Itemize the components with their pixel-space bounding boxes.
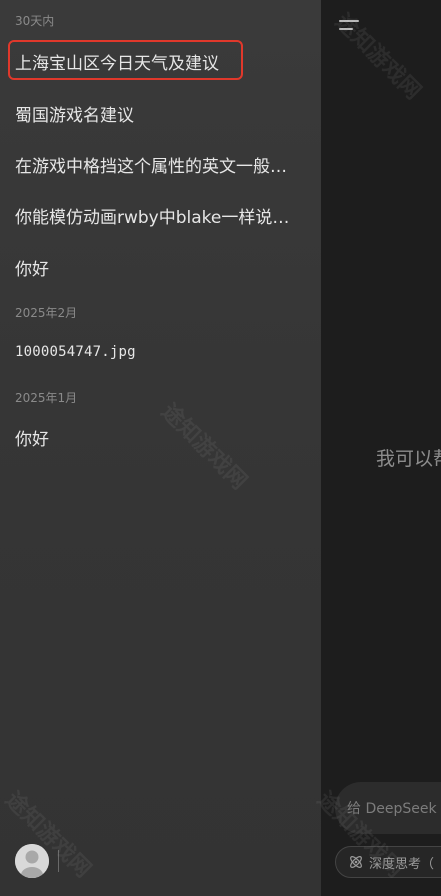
chat-item[interactable]: 上海宝山区今日天气及建议: [0, 41, 321, 81]
chat-item[interactable]: 蜀国游戏名建议: [0, 93, 321, 133]
section-label-2025-feb: 2025年2月: [15, 306, 78, 320]
section-label-2025-jan: 2025年1月: [15, 391, 78, 405]
chat-item[interactable]: 你好: [0, 247, 321, 287]
app-screen: 30天内 上海宝山区今日天气及建议 蜀国游戏名建议 在游戏中格挡这个属性的英文一…: [0, 0, 441, 896]
chat-item-title: 你能模仿动画rwby中blake一样说…: [15, 207, 290, 228]
text-cursor: [58, 850, 59, 872]
chat-item[interactable]: 在游戏中格挡这个属性的英文一般…: [0, 144, 321, 184]
chat-item[interactable]: 1000054747.jpg: [0, 332, 321, 372]
deep-think-button[interactable]: 深度思考（: [335, 846, 441, 878]
main-chat-panel: 我可以帮 给 DeepSeek 深度思考（: [321, 0, 441, 896]
section-label-30-days: 30天内: [15, 14, 55, 28]
deep-think-label: 深度思考（: [369, 856, 435, 872]
chat-item-title: 你好: [15, 259, 49, 280]
chat-history-drawer: 30天内 上海宝山区今日天气及建议 蜀国游戏名建议 在游戏中格挡这个属性的英文一…: [0, 0, 321, 896]
chat-item[interactable]: 你好: [0, 417, 321, 457]
message-input[interactable]: 给 DeepSeek: [335, 782, 441, 834]
chat-item-title: 上海宝山区今日天气及建议: [15, 53, 219, 74]
chat-item-title: 蜀国游戏名建议: [15, 105, 134, 126]
chat-item-title: 1000054747.jpg: [15, 344, 136, 360]
drawer-footer: [0, 830, 321, 896]
message-input-placeholder: 给 DeepSeek: [347, 801, 437, 817]
chat-item-title: 你好: [15, 429, 49, 450]
chat-item-title: 在游戏中格挡这个属性的英文一般…: [15, 156, 287, 177]
atom-icon: [350, 856, 362, 868]
welcome-text: 我可以帮: [376, 448, 441, 470]
user-avatar-icon[interactable]: [15, 844, 49, 878]
chat-item[interactable]: 你能模仿动画rwby中blake一样说…: [0, 195, 321, 235]
menu-icon[interactable]: [338, 17, 362, 35]
